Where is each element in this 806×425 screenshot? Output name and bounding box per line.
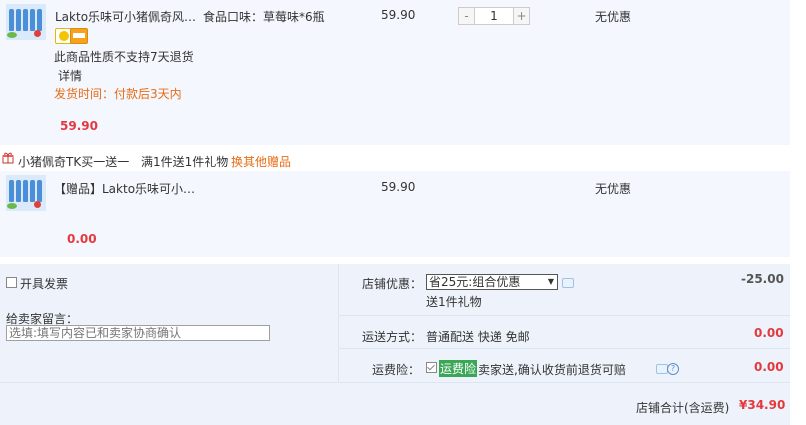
promo-rule: 满1件送1件礼物: [141, 155, 229, 169]
insurance-checkbox[interactable]: [426, 362, 437, 373]
insurance-desc: 卖家送,确认收货前退货可赔: [478, 363, 626, 377]
card-icon: [70, 28, 88, 44]
divider: [338, 348, 790, 349]
shipping-value: 普通配送 快递 免邮: [426, 330, 530, 344]
detail-link[interactable]: 详情: [58, 67, 82, 84]
divider: [0, 382, 790, 383]
help-icon[interactable]: ?: [667, 363, 679, 375]
insurance-label: 运费险：: [372, 363, 421, 377]
shop-discount-amount: -25.00: [741, 272, 784, 286]
promo-name: 小猪佩奇TK买一送一: [18, 155, 130, 169]
qty-input[interactable]: 1: [475, 7, 513, 25]
message-input[interactable]: [6, 325, 270, 341]
gift-subtotal: 0.00: [67, 232, 97, 246]
total-label: 店铺合计(含运费): [636, 401, 730, 415]
coupon-select[interactable]: 省25元:组合优惠 ▼: [426, 274, 558, 290]
no-return-notice: 此商品性质不支持7天退货: [54, 50, 194, 64]
unit-price: 59.90: [381, 8, 416, 22]
chevron-down-icon: ▼: [547, 277, 554, 286]
gift-price: 59.90: [381, 180, 416, 194]
insurance-tag: 运费险: [439, 360, 478, 377]
qty-plus-button[interactable]: +: [513, 7, 530, 25]
qty-minus-button[interactable]: -: [458, 7, 475, 25]
divider: [338, 315, 790, 316]
quantity-stepper[interactable]: - 1 +: [458, 7, 530, 25]
coupon-select-value: 省25元:组合优惠: [429, 275, 521, 289]
comment-icon[interactable]: [562, 278, 574, 288]
invoice-label: 开具发票: [20, 277, 69, 291]
gift-name[interactable]: 【赠品】Lakto乐味可小…: [54, 180, 195, 197]
item-subtotal: 59.90: [60, 119, 98, 133]
item-discount: 无优惠: [595, 10, 632, 24]
total-amount: ¥34.90: [739, 398, 786, 412]
product-thumbnail[interactable]: [6, 4, 46, 40]
product-name[interactable]: Lakto乐味可小猪佩奇风…: [55, 8, 196, 25]
product-sku: 食品口味：草莓味*6瓶: [203, 10, 325, 24]
gift-thumbnail[interactable]: [6, 175, 46, 211]
shipping-label: 运送方式：: [362, 330, 423, 344]
shop-discount-label: 店铺优惠：: [362, 277, 423, 291]
shop-discount-note: 送1件礼物: [426, 295, 482, 309]
ship-time: 发货时间：付款后3天内: [54, 87, 182, 101]
insurance-amount: 0.00: [754, 360, 784, 374]
change-gift-link[interactable]: 换其他赠品: [231, 153, 291, 170]
shipping-amount: 0.00: [754, 326, 784, 340]
gift-icon: [2, 152, 14, 164]
gift-discount: 无优惠: [595, 182, 632, 196]
invoice-checkbox[interactable]: [6, 277, 17, 288]
divider: [338, 264, 339, 382]
